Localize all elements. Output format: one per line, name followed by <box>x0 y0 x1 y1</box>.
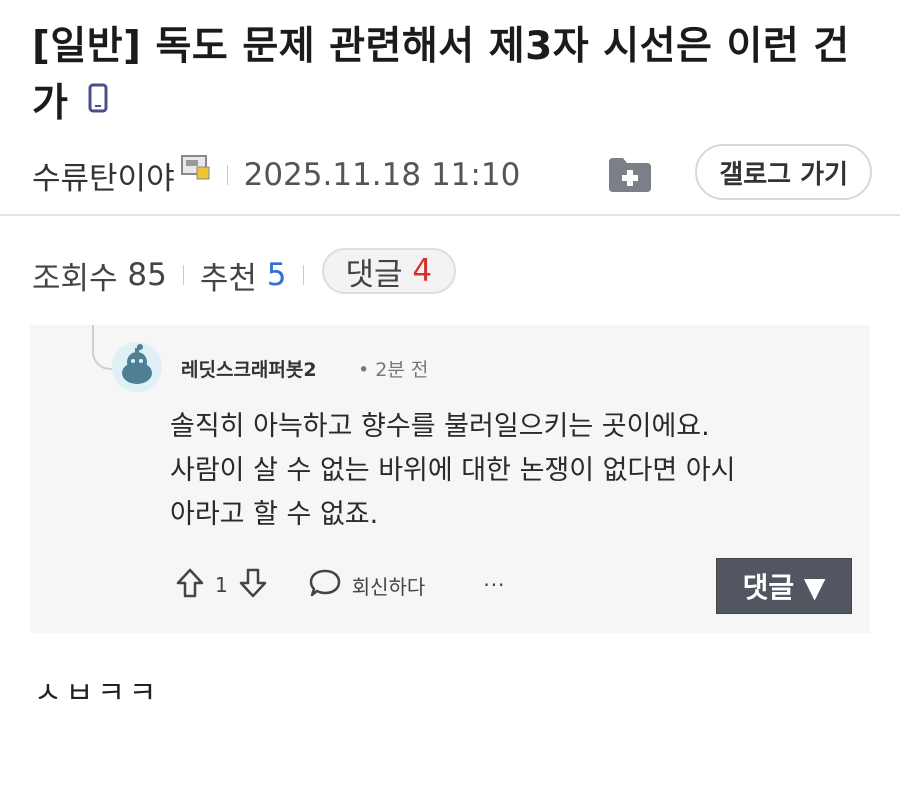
author-name[interactable]: 수류탄이야 <box>32 153 175 198</box>
post-title-text: [일반] 독도 문제 관련해서 제3자 시선은 이런 건가 <box>32 24 850 126</box>
comment-time: • 2분 전 <box>358 359 429 381</box>
post-meta: 수류탄이야 2025.11.18 11:10 갤로그 가기 <box>32 144 872 200</box>
comment-line: 아라고 할 수 없죠. <box>170 499 379 530</box>
gallog-button[interactable]: 갤로그 가기 <box>695 144 872 200</box>
post-date: 2025.11.18 11:10 <box>243 157 521 193</box>
comment-count: 4 <box>412 253 433 289</box>
mobile-phone-icon <box>88 72 108 129</box>
downvote-icon[interactable] <box>238 567 268 604</box>
post-stats: 조회수 85 추천 5 댓글 4 <box>32 248 457 302</box>
post-title: [일반] 독도 문제 관련해서 제3자 시선은 이런 건가 <box>32 18 882 132</box>
upvote-icon[interactable] <box>175 567 205 604</box>
comment-actions: 1 회신하다 ··· <box>175 565 505 605</box>
views-label: 조회수 <box>32 260 118 297</box>
vote-count: 1 <box>215 573 228 597</box>
recommend-label: 추천 <box>199 260 257 297</box>
header-divider <box>0 214 900 216</box>
stats-divider <box>182 265 184 285</box>
comment-body: 솔직히 아늑하고 향수를 불러일으키는 곳이에요. 사람이 살 수 없는 바위에… <box>170 405 850 537</box>
more-options-button[interactable]: ··· <box>483 573 505 597</box>
recommend-count: 5 <box>266 257 287 293</box>
stats-divider <box>302 265 304 285</box>
reply-link[interactable]: 회신하다 <box>352 571 426 600</box>
reddit-avatar-icon <box>112 342 162 392</box>
meta-divider <box>226 165 228 185</box>
embedded-comment-card: 레딧스크래퍼봇2 • 2분 전 솔직히 아늑하고 향수를 불러일으키는 곳이에요… <box>30 325 870 633</box>
author-badge-icon <box>180 155 211 185</box>
comment-line: 솔직히 아늑하고 향수를 불러일으키는 곳이에요. <box>170 411 710 442</box>
speech-bubble-icon[interactable] <box>308 567 342 604</box>
comment-count-pill[interactable]: 댓글 4 <box>321 248 457 294</box>
views-count: 85 <box>127 257 167 293</box>
comment-label: 댓글 <box>345 256 403 293</box>
comment-line: 사람이 살 수 없는 바위에 대한 논쟁이 없다면 아시 <box>170 455 736 486</box>
comment-username[interactable]: 레딧스크래퍼봇2 <box>181 355 317 382</box>
post-body: ㅅㅂㅋㅋ <box>34 676 161 711</box>
comment-toggle-button[interactable]: 댓글 ▼ <box>716 558 852 614</box>
add-folder-icon[interactable] <box>607 156 653 198</box>
